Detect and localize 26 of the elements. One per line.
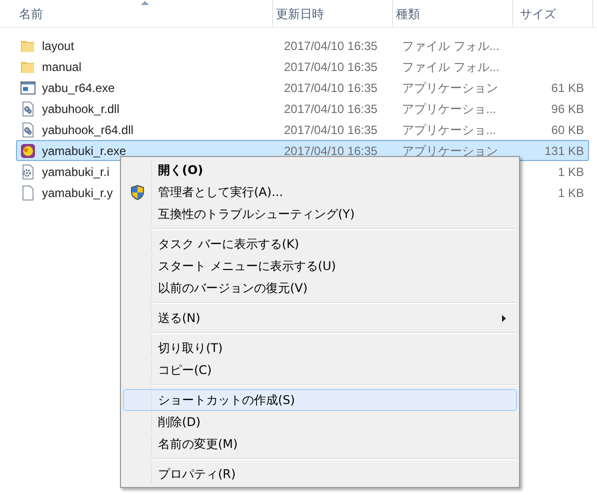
file-size: 1 KB — [558, 184, 584, 202]
modified-date: 2017/04/10 16:35 — [284, 144, 378, 158]
modified-date: 2017/04/10 16:35 — [284, 80, 378, 94]
file-name: yabuhook_r64.dll — [42, 122, 134, 138]
modified-date: 2017/04/10 16:35 — [284, 122, 378, 136]
modified-date: 2017/04/10 16:35 — [284, 60, 378, 74]
file-type: アプリケーション — [402, 144, 498, 158]
file-type: アプリケーショ... — [402, 102, 496, 116]
modified-date: 2017/04/10 16:35 — [284, 102, 378, 116]
file-type: アプリケーション — [402, 80, 498, 94]
file-name: yamabuki_r.y — [42, 184, 113, 202]
modified-date: 2017/04/10 16:35 — [284, 38, 378, 52]
file-name: yabuhook_r.dll — [42, 100, 120, 118]
file-name: yabu_r64.exe — [42, 80, 115, 96]
file-name: manual — [42, 58, 82, 76]
file-size: 60 KB — [551, 122, 584, 138]
file-size: 1 KB — [558, 164, 584, 180]
file-name: layout — [42, 38, 74, 54]
file-size: 96 KB — [551, 100, 584, 118]
file-type: ファイル フォル... — [402, 38, 500, 52]
file-name: yamabuki_r.i — [42, 164, 110, 180]
file-type: アプリケーショ... — [402, 122, 496, 136]
file-size: 131 KB — [544, 142, 584, 160]
file-name: yamabuki_r.exe — [42, 142, 126, 160]
file-type: ファイル フォル... — [402, 60, 500, 74]
file-size: 61 KB — [551, 80, 584, 96]
